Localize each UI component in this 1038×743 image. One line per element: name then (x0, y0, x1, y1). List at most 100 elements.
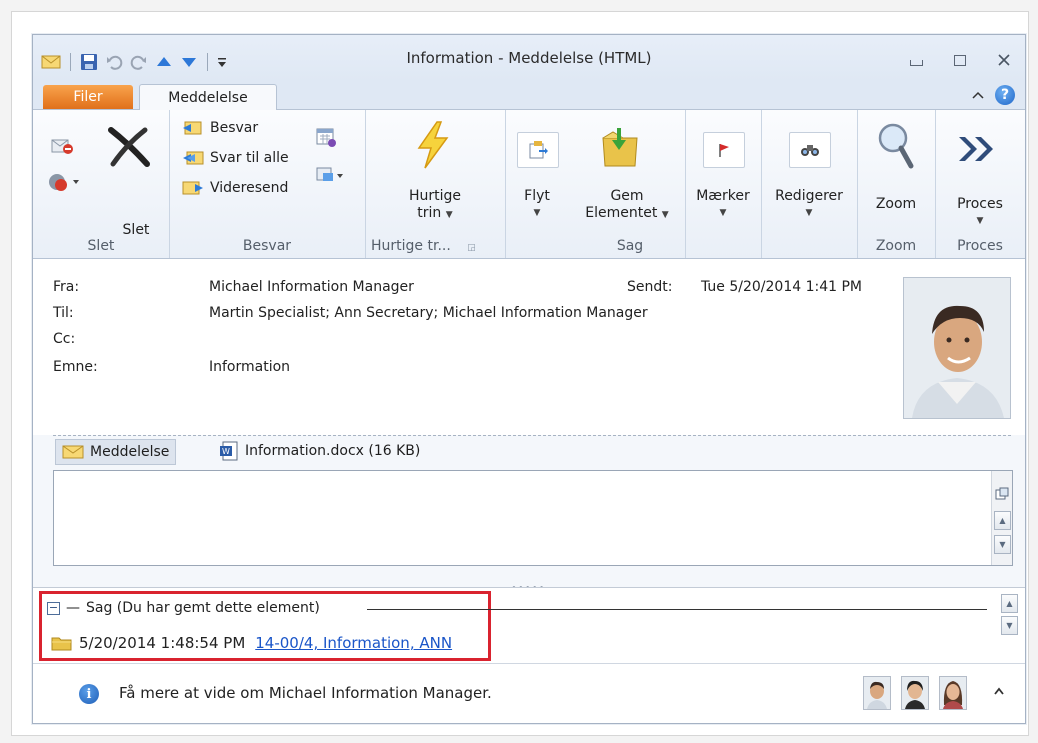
message-body[interactable]: ▲ ▼ (53, 470, 1013, 566)
person-avatar-icon (902, 677, 928, 709)
scroll-up-button[interactable]: ▲ (994, 511, 1011, 530)
case-timestamp: 5/20/2014 1:48:54 PM (79, 634, 246, 652)
attachment-bar: Meddelelse W Information.docx (16 KB) (53, 435, 1011, 466)
info-icon: i (79, 684, 99, 704)
group-besvar: Besvar Svar til alle Videresend Besvar (169, 110, 366, 258)
case-panel: − — Sag (Du har gemt dette element) 5/20… (33, 587, 1025, 664)
flag-icon[interactable] (703, 132, 745, 168)
binoculars-icon[interactable] (789, 132, 831, 168)
person-thumbnail[interactable] (901, 676, 929, 710)
delete-x-icon[interactable] (105, 126, 153, 168)
sent-value: Tue 5/20/2014 1:41 PM (701, 279, 863, 295)
delete-button-label[interactable]: Slet (111, 222, 161, 239)
zoom-button-label[interactable]: Zoom (857, 196, 935, 213)
case-panel-header[interactable]: − — Sag (Du har gemt dette element) (47, 600, 320, 616)
meeting-icon[interactable] (315, 126, 337, 148)
tab-file[interactable]: Filer (43, 85, 133, 109)
case-scroll-down-button[interactable]: ▼ (1001, 616, 1018, 635)
magnifier-icon[interactable] (875, 122, 915, 170)
dropdown-arrow-icon: ▼ (533, 208, 541, 218)
dropdown-arrow-icon: ▼ (976, 216, 984, 226)
group-sag: Flyt ▼ Gem Elementet ▼ Sag (505, 110, 686, 258)
people-pane-text[interactable]: Få mere at vide om Michael Information M… (119, 684, 492, 702)
group-label-quick-steps: Hurtige tr... ◲ (365, 238, 505, 254)
minimize-button[interactable] (907, 52, 925, 68)
scroll-down-button[interactable]: ▼ (994, 535, 1011, 554)
sent-label: Sendt: (627, 279, 673, 295)
cc-label: Cc: (53, 331, 76, 347)
lightning-icon[interactable] (411, 120, 455, 170)
reply-all-label: Svar til alle (210, 150, 289, 166)
person-thumbnail[interactable] (863, 676, 891, 710)
reply-label: Besvar (210, 120, 259, 136)
window-controls (907, 52, 1013, 68)
case-scroll-up-button[interactable]: ▲ (1001, 594, 1018, 613)
ribbon-tabs: Filer Meddelelse ? (33, 81, 1025, 111)
close-button[interactable] (995, 52, 1013, 68)
message-header: Fra: Michael Information Manager Til: Ma… (33, 259, 1025, 435)
people-thumbnails (863, 676, 967, 710)
reply-all-button[interactable]: Svar til alle (181, 148, 289, 168)
person-avatar-icon (904, 278, 1010, 418)
ignore-icon[interactable] (49, 132, 75, 156)
tags-label: Mærker (696, 188, 750, 204)
folder-icon (51, 637, 72, 651)
process-label: Proces (957, 196, 1003, 212)
junk-icon[interactable] (47, 170, 81, 194)
to-value[interactable]: Martin Specialist; Ann Secretary; Michae… (209, 305, 648, 321)
double-chevron-icon[interactable] (955, 134, 999, 164)
move-icon[interactable] (517, 132, 559, 168)
minimize-ribbon-icon[interactable] (971, 90, 985, 100)
case-scrollbar[interactable]: ▲ ▼ (1001, 594, 1019, 654)
subject-label: Emne: (53, 359, 98, 375)
process-button-label[interactable]: Proces ▼ (935, 196, 1025, 230)
expand-people-pane-icon[interactable] (993, 684, 1005, 700)
group-quick-steps: Hurtige trin ▼ Hurtige tr... ◲ (365, 110, 506, 258)
case-link[interactable]: 14-00/4, Information, ANN (255, 634, 452, 652)
person-thumbnail[interactable] (939, 676, 967, 710)
body-scrollbar[interactable]: ▲ ▼ (991, 471, 1012, 565)
attachment-preview-icon[interactable] (994, 485, 1009, 502)
save-element-line1: Gem (610, 188, 644, 204)
subject-value: Information (209, 359, 291, 375)
people-pane-bar: i Få mere at vide om Michael Information… (33, 663, 1025, 723)
help-icon[interactable]: ? (995, 85, 1015, 105)
attachment-message-tab[interactable]: Meddelelse (55, 439, 177, 465)
person-avatar-icon (940, 677, 966, 709)
save-to-case-icon[interactable] (597, 124, 643, 170)
quick-steps-line2-text: trin (417, 205, 442, 221)
from-label: Fra: (53, 279, 80, 295)
reply-button[interactable]: Besvar (181, 118, 258, 138)
person-avatar-icon (864, 677, 890, 709)
group-tags: Mærker ▼ (685, 110, 762, 258)
dropdown-arrow-icon: ▼ (445, 210, 453, 220)
case-divider (367, 609, 987, 610)
tab-message[interactable]: Meddelelse (139, 84, 277, 111)
dropdown-arrow-icon: ▼ (719, 208, 727, 218)
save-element-line2-text: Elementet (585, 205, 658, 221)
group-label-slet: Slet (87, 238, 115, 254)
forward-icon (182, 181, 203, 195)
attachment-file-name: Information.docx (16 KB) (245, 443, 421, 459)
editing-label: Redigerer (775, 188, 843, 204)
maximize-button[interactable] (951, 52, 969, 68)
dialog-launcher-icon[interactable]: ◲ (467, 243, 476, 253)
move-button-label[interactable]: Flyt ▼ (507, 188, 567, 222)
collapse-icon[interactable]: − (47, 601, 60, 615)
reply-icon (183, 121, 202, 135)
group-label-zoom: Zoom (875, 238, 917, 254)
outlook-message-window: Information - Meddelelse (HTML) Filer Me… (32, 34, 1026, 724)
group-process: Proces ▼ Proces (935, 110, 1025, 258)
sender-photo[interactable] (903, 277, 1011, 419)
more-respond-icon[interactable] (315, 164, 345, 186)
forward-button[interactable]: Videresend (181, 178, 288, 198)
quick-steps-button-label[interactable]: Hurtige trin ▼ (365, 188, 505, 224)
save-element-button-label[interactable]: Gem Elementet ▼ (577, 188, 677, 224)
from-value[interactable]: Michael Information Manager (209, 279, 414, 295)
editing-button-label[interactable]: Redigerer ▼ (761, 188, 857, 222)
attachment-file[interactable]: W Information.docx (16 KB) (219, 439, 420, 463)
save-element-line2: Elementet ▼ (577, 205, 677, 224)
tags-button-label[interactable]: Mærker ▼ (685, 188, 761, 222)
close-icon (998, 54, 1010, 66)
reply-all-icon (183, 151, 204, 165)
